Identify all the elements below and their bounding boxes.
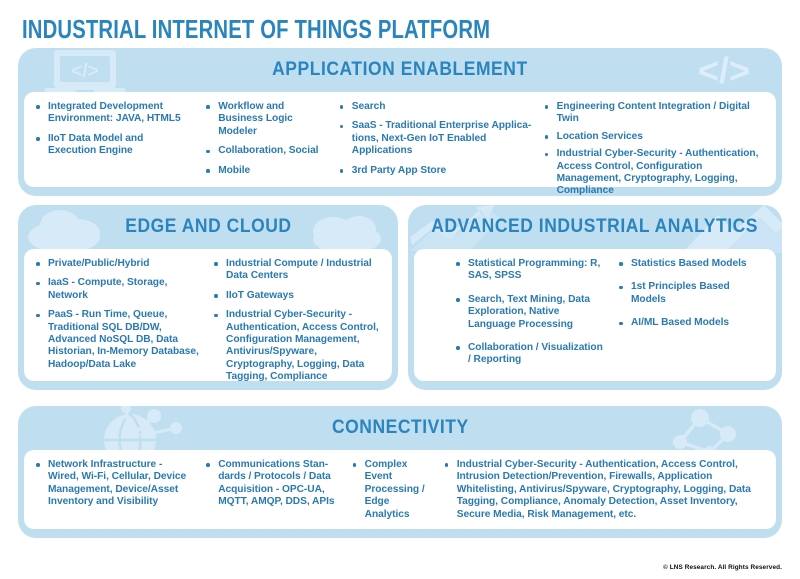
bullet-list: Statistical Programming: R, SAS, SPSS Se… <box>454 258 607 367</box>
list-item: Industrial Compute / Industrial Data Cen… <box>212 258 384 283</box>
list-item: IIoT Gateways <box>212 290 384 302</box>
bullet-list: Engineering Content Integration / Digita… <box>543 101 768 196</box>
list-item: IIoT Data Model and Execution Engine <box>34 133 194 158</box>
page-title: INDUSTRIAL INTERNET OF THINGS PLATFORM <box>22 14 491 44</box>
list-item: Network Infrastructure - Wired, Wi-Fi, C… <box>34 459 194 509</box>
list-item: Statistical Programming: R, SAS, SPSS <box>454 258 607 283</box>
section-title: APPLICATION ENABLEMENT <box>272 59 528 80</box>
list-item: IaaS - Compute, Storage, Network <box>34 277 202 302</box>
column: Industrial Compute / Industrial Data Cen… <box>206 258 388 384</box>
column: Statistical Programming: R, SAS, SPSS Se… <box>448 258 611 367</box>
section-body: Integrated Development Environment: JAVA… <box>24 92 776 196</box>
list-item: Collaboration, Social <box>204 145 328 157</box>
list-item: Collaboration / Visualization / Reportin… <box>454 342 607 367</box>
list-item: AI/ML Based Models <box>617 317 757 329</box>
list-item: Engineering Content Integration / Digita… <box>543 101 768 126</box>
bullet-list: Workflow and Business Logic Modeler Coll… <box>204 101 328 177</box>
list-item: PaaS - Run Time, Queue, Traditional SQL … <box>34 309 202 371</box>
bullet-list: Private/Public/Hybrid IaaS - Compute, St… <box>34 258 202 371</box>
section-body: Statistical Programming: R, SAS, SPSS Se… <box>414 249 776 381</box>
list-item: Industrial Cyber-Security - Authenticati… <box>212 309 384 383</box>
section-application-enablement: </> </> APPLICATION ENABLEMENT Integrate… <box>18 48 782 196</box>
section-header: ADVANCED INDUSTRIAL ANALYTICS <box>408 205 782 249</box>
list-item: Private/Public/Hybrid <box>34 258 202 270</box>
list-item: Integrated Development Environment: JAVA… <box>34 101 194 126</box>
section-title: EDGE AND CLOUD <box>124 216 292 237</box>
bullet-list: Network Infrastructure - Wired, Wi-Fi, C… <box>34 459 194 509</box>
list-item: Statistics Based Models <box>617 258 757 270</box>
list-item: 1st Principles Based Models <box>617 281 757 306</box>
section-header: APPLICATION ENABLEMENT <box>18 48 782 92</box>
section-advanced-industrial-analytics: ADVANCED INDUSTRIAL ANALYTICS Statistica… <box>408 205 782 390</box>
list-item: Industrial Cyber-Security - Authenticati… <box>543 148 768 196</box>
bullet-list: Statistics Based Models 1st Principles B… <box>617 258 757 330</box>
list-item: Search <box>338 101 533 113</box>
column: Complex Event Processing / Edge Analytic… <box>345 459 437 521</box>
list-item: Search, Text Mining, Data Exploration, N… <box>454 294 607 331</box>
section-title: ADVANCED INDUSTRIAL ANALYTICS <box>431 216 759 237</box>
section-body: Network Infrastructure - Wired, Wi-Fi, C… <box>24 450 776 529</box>
bullet-list: Search SaaS - Traditional Enterprise App… <box>338 101 533 177</box>
section-body: Private/Public/Hybrid IaaS - Compute, St… <box>24 249 392 384</box>
column: Communications Stan-dards / Protocols / … <box>198 459 344 509</box>
section-edge-and-cloud: EDGE AND CLOUD Private/Public/Hybrid Iaa… <box>18 205 398 390</box>
list-item: Mobile <box>204 165 328 177</box>
list-item: Location Services <box>543 131 768 143</box>
list-item: SaaS - Traditional Enterprise Applica-ti… <box>338 120 533 157</box>
column: Workflow and Business Logic Modeler Coll… <box>198 101 332 177</box>
column: Search SaaS - Traditional Enterprise App… <box>332 101 537 177</box>
section-connectivity: CONNECTIVITY Network Infrastructure - Wi… <box>18 406 782 538</box>
bullet-list: Integrated Development Environment: JAVA… <box>34 101 194 158</box>
column: Engineering Content Integration / Digita… <box>537 101 772 196</box>
bullet-list: Industrial Cyber-Security - Authenticati… <box>443 459 768 521</box>
section-title: CONNECTIVITY <box>331 417 469 438</box>
list-item: Complex Event Processing / Edge Analytic… <box>351 459 433 521</box>
bullet-list: Complex Event Processing / Edge Analytic… <box>351 459 433 521</box>
bullet-list: Industrial Compute / Industrial Data Cen… <box>212 258 384 384</box>
list-item: Workflow and Business Logic Modeler <box>204 101 328 138</box>
column: Industrial Cyber-Security - Authenticati… <box>437 459 772 521</box>
bullet-list: Communications Stan-dards / Protocols / … <box>204 459 340 509</box>
list-item: 3rd Party App Store <box>338 165 533 177</box>
section-header: EDGE AND CLOUD <box>18 205 398 249</box>
column: Private/Public/Hybrid IaaS - Compute, St… <box>28 258 206 371</box>
section-header: CONNECTIVITY <box>18 406 782 450</box>
list-item: Industrial Cyber-Security - Authenticati… <box>443 459 768 521</box>
copyright-notice: © LNS Research. All Rights Reserved. <box>663 564 782 571</box>
column: Integrated Development Environment: JAVA… <box>28 101 198 158</box>
column: Network Infrastructure - Wired, Wi-Fi, C… <box>28 459 198 509</box>
column: Statistics Based Models 1st Principles B… <box>611 258 761 330</box>
list-item: Communications Stan-dards / Protocols / … <box>204 459 340 509</box>
